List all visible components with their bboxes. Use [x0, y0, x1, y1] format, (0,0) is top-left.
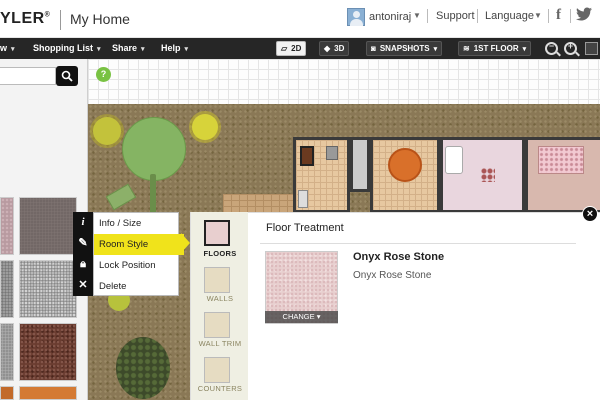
- cube-icon: ◆: [324, 44, 331, 53]
- context-menu-icons: i ✎ 🔒︎ ✕: [73, 212, 93, 296]
- support-link[interactable]: Support: [436, 10, 475, 22]
- chevron-down-icon: ▼: [413, 11, 421, 20]
- category-thumbnail: [204, 220, 230, 246]
- material-swatch[interactable]: [0, 323, 14, 381]
- material-swatch[interactable]: [19, 197, 77, 255]
- room-bathroom[interactable]: [440, 137, 525, 213]
- material-swatch[interactable]: [19, 260, 77, 318]
- room-dining[interactable]: [370, 137, 440, 213]
- header-divider: [570, 9, 571, 23]
- info-icon[interactable]: i: [73, 212, 93, 233]
- category-thumbnail: [204, 357, 230, 383]
- menu-shopping-list[interactable]: Shopping List ▾: [33, 43, 101, 53]
- username: antoniraj: [369, 11, 412, 23]
- umbrella[interactable]: [122, 117, 186, 181]
- material-swatch[interactable]: [0, 260, 14, 318]
- header-divider: [60, 10, 61, 30]
- delete-icon[interactable]: ✕: [73, 275, 93, 296]
- avatar: [347, 8, 365, 26]
- fridge[interactable]: [298, 190, 308, 208]
- selection-arrow: [181, 233, 190, 253]
- paint-brush-icon[interactable]: ✎: [73, 233, 93, 254]
- floorplan-icon: ▱: [281, 44, 288, 53]
- sink[interactable]: [326, 146, 338, 160]
- view-3d-button[interactable]: ◆ 3D: [319, 41, 350, 56]
- menu-item-lock-position[interactable]: Lock Position: [94, 255, 180, 276]
- menu-help[interactable]: Help ▾: [161, 43, 188, 53]
- style-category-strip: FLOORS WALLS WALL TRIM COUNTERS: [190, 212, 248, 400]
- stove[interactable]: [300, 146, 314, 166]
- divider: [260, 243, 576, 244]
- search-input[interactable]: [0, 67, 56, 85]
- page-title: My Home: [70, 11, 130, 27]
- header-divider: [548, 9, 549, 23]
- header-divider: [427, 9, 428, 23]
- shrub[interactable]: [93, 117, 121, 145]
- panel-title: Floor Treatment: [266, 222, 344, 234]
- main-toolbar: w ▾ Shopping List ▾ Share ▾ Help ▾ ▱ 2D ◆ 3D ◙…: [0, 38, 600, 59]
- floor-treatment-panel: Floor Treatment CHANGE ▾ Onyx Rose Stone…: [248, 212, 600, 400]
- material-name: Onyx Rose Stone: [353, 251, 445, 263]
- category-thumbnail: [204, 267, 230, 293]
- chevron-down-icon: ▼: [534, 11, 542, 20]
- menu-item-room-style[interactable]: Room Style: [94, 234, 184, 255]
- material-swatch[interactable]: [0, 197, 14, 255]
- help-icon[interactable]: ?: [96, 67, 111, 82]
- search-icon: [61, 70, 73, 82]
- menu-share[interactable]: Share ▾: [112, 43, 145, 53]
- material-swatch[interactable]: [19, 323, 77, 381]
- header-divider: [477, 9, 478, 23]
- material-subtitle: Onyx Rose Stone: [353, 270, 432, 281]
- bed[interactable]: [538, 146, 584, 174]
- bathtub[interactable]: [445, 146, 463, 174]
- room-closet[interactable]: [350, 137, 370, 192]
- patio: [223, 194, 293, 212]
- menu-view[interactable]: w ▾: [0, 43, 15, 53]
- category-counters[interactable]: COUNTERS: [191, 352, 249, 397]
- category-walls[interactable]: WALLS: [191, 262, 249, 307]
- shrub[interactable]: [192, 114, 218, 140]
- lock-icon[interactable]: 🔒︎: [73, 254, 93, 275]
- zoom-in-icon[interactable]: +: [564, 41, 577, 55]
- fullscreen-icon[interactable]: [585, 42, 598, 55]
- floor-selector[interactable]: ≋ 1ST FLOOR ▾: [458, 41, 532, 56]
- snapshots-button[interactable]: ◙ SNAPSHOTS ▾: [366, 41, 443, 56]
- twitter-icon[interactable]: [576, 7, 592, 21]
- material-swatch[interactable]: [0, 386, 14, 400]
- umbrella-stand: [150, 174, 156, 214]
- category-label: FLOORS: [203, 249, 237, 258]
- view-2d-button[interactable]: ▱ 2D: [276, 41, 307, 56]
- rug[interactable]: [481, 168, 495, 182]
- app-logo[interactable]: YLER®: [0, 10, 50, 28]
- category-label: WALL TRIM: [198, 339, 242, 348]
- facebook-icon[interactable]: f: [556, 7, 561, 24]
- context-menu-list: Info / Size Room Style Lock Position Del…: [93, 212, 184, 297]
- room-bedroom[interactable]: [525, 137, 600, 213]
- category-floors[interactable]: FLOORS: [191, 212, 249, 262]
- camera-icon: ◙: [371, 44, 376, 53]
- layers-icon: ≋: [463, 44, 470, 53]
- category-thumbnail: [204, 312, 230, 338]
- menu-item-info-size[interactable]: Info / Size: [94, 213, 180, 234]
- tree[interactable]: [116, 337, 170, 399]
- context-menu: i ✎ 🔒︎ ✕ Info / Size Room Style Lock Pos…: [73, 212, 184, 297]
- material-swatch[interactable]: [19, 386, 77, 400]
- menu-item-delete[interactable]: Delete: [94, 276, 180, 297]
- zoom-out-icon[interactable]: −: [545, 41, 558, 55]
- language-menu[interactable]: Language: [485, 10, 534, 22]
- close-icon[interactable]: ×: [582, 206, 598, 222]
- category-wall-trim[interactable]: WALL TRIM: [191, 307, 249, 352]
- category-label: WALLS: [206, 294, 234, 303]
- room-kitchen[interactable]: [293, 137, 350, 213]
- category-label: COUNTERS: [197, 384, 243, 393]
- change-material-button[interactable]: CHANGE ▾: [265, 311, 338, 323]
- search-button[interactable]: [56, 66, 78, 86]
- header: YLER® My Home antoniraj ▼ Support Langua…: [0, 0, 600, 38]
- dining-table[interactable]: [388, 148, 422, 182]
